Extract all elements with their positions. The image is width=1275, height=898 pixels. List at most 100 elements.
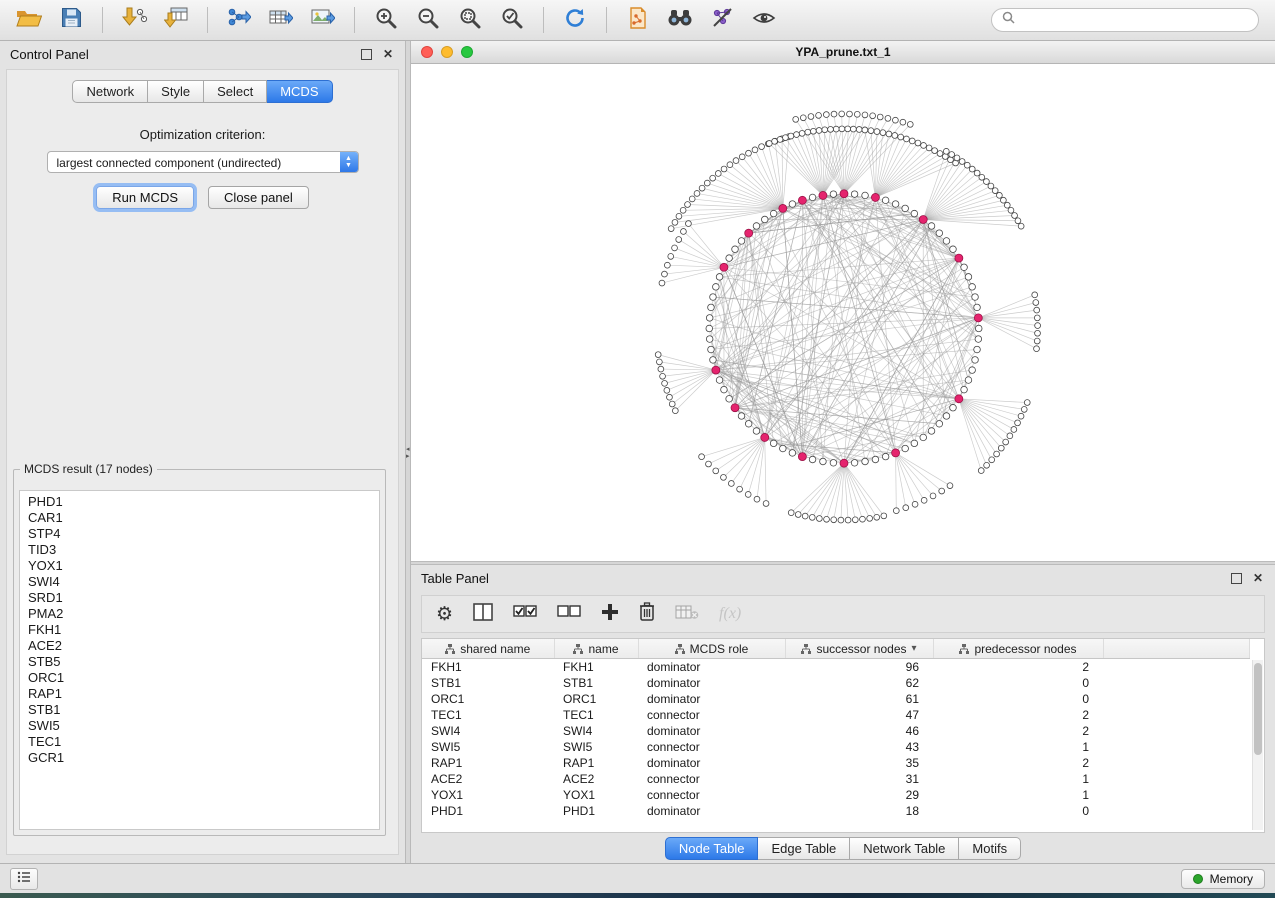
- cell-filler[interactable]: [1103, 691, 1250, 707]
- cell-successor-nodes[interactable]: 43: [785, 739, 933, 755]
- tab-style[interactable]: Style: [148, 80, 204, 103]
- cell-mcds-role[interactable]: dominator: [638, 803, 785, 819]
- cell-filler[interactable]: [1103, 755, 1250, 771]
- float-table-panel-icon[interactable]: [1229, 571, 1243, 585]
- cell-name[interactable]: TEC1: [554, 707, 638, 723]
- mcds-result-item[interactable]: PHD1: [20, 494, 379, 510]
- save-session-button[interactable]: [52, 4, 90, 36]
- cell-shared-name[interactable]: ACE2: [422, 771, 554, 787]
- zoom-out-button[interactable]: [409, 4, 447, 36]
- cell-name[interactable]: ORC1: [554, 691, 638, 707]
- cell-predecessor-nodes[interactable]: 1: [933, 771, 1103, 787]
- mcds-result-item[interactable]: TEC1: [20, 734, 379, 750]
- tab-node-table[interactable]: Node Table: [665, 837, 759, 860]
- tab-select[interactable]: Select: [204, 80, 267, 103]
- cell-name[interactable]: YOX1: [554, 787, 638, 803]
- clone-network-button[interactable]: [619, 4, 657, 36]
- scrollbar-thumb[interactable]: [1254, 663, 1262, 755]
- column-header-shared-name[interactable]: shared name: [422, 639, 554, 659]
- table-row[interactable]: PHD1PHD1dominator180: [422, 803, 1250, 819]
- mcds-result-item[interactable]: SWI5: [20, 718, 379, 734]
- delete-column-button[interactable]: [639, 602, 655, 626]
- close-panel-icon[interactable]: ✕: [381, 47, 395, 61]
- mcds-result-item[interactable]: ACE2: [20, 638, 379, 654]
- cell-successor-nodes[interactable]: 46: [785, 723, 933, 739]
- maximize-window-icon[interactable]: [461, 46, 473, 58]
- table-row[interactable]: ORC1ORC1dominator610: [422, 691, 1250, 707]
- cell-filler[interactable]: [1103, 659, 1250, 676]
- table-row[interactable]: SWI4SWI4dominator462: [422, 723, 1250, 739]
- tab-motifs[interactable]: Motifs: [959, 837, 1021, 860]
- cell-mcds-role[interactable]: connector: [638, 771, 785, 787]
- cell-mcds-role[interactable]: dominator: [638, 675, 785, 691]
- first-neighbors-button[interactable]: [661, 4, 699, 36]
- cell-name[interactable]: RAP1: [554, 755, 638, 771]
- column-header-predecessor-nodes[interactable]: predecessor nodes: [933, 639, 1103, 659]
- search-input[interactable]: [1021, 12, 1248, 28]
- cell-mcds-role[interactable]: dominator: [638, 659, 785, 676]
- cell-filler[interactable]: [1103, 739, 1250, 755]
- column-header-name[interactable]: name: [554, 639, 638, 659]
- cell-successor-nodes[interactable]: 47: [785, 707, 933, 723]
- tab-mcds[interactable]: MCDS: [267, 80, 332, 103]
- cell-mcds-role[interactable]: dominator: [638, 691, 785, 707]
- cell-successor-nodes[interactable]: 62: [785, 675, 933, 691]
- cell-successor-nodes[interactable]: 35: [785, 755, 933, 771]
- mcds-result-item[interactable]: STB5: [20, 654, 379, 670]
- cell-mcds-role[interactable]: connector: [638, 787, 785, 803]
- zoom-selected-button[interactable]: [493, 4, 531, 36]
- deselect-all-button[interactable]: [557, 604, 581, 625]
- table-settings-button[interactable]: ⚙: [436, 603, 453, 625]
- cell-predecessor-nodes[interactable]: 0: [933, 803, 1103, 819]
- run-mcds-button[interactable]: Run MCDS: [96, 186, 194, 209]
- cell-shared-name[interactable]: YOX1: [422, 787, 554, 803]
- zoom-in-button[interactable]: [367, 4, 405, 36]
- cell-filler[interactable]: [1103, 723, 1250, 739]
- select-columns-button[interactable]: [473, 603, 493, 626]
- cell-predecessor-nodes[interactable]: 2: [933, 659, 1103, 676]
- cell-successor-nodes[interactable]: 31: [785, 771, 933, 787]
- import-network-button[interactable]: [115, 4, 153, 36]
- tab-network[interactable]: Network: [72, 80, 148, 103]
- mcds-result-item[interactable]: YOX1: [20, 558, 379, 574]
- mcds-result-list[interactable]: PHD1CAR1STP4TID3YOX1SWI4SRD1PMA2FKH1ACE2…: [19, 490, 380, 830]
- cell-shared-name[interactable]: ORC1: [422, 691, 554, 707]
- mcds-result-item[interactable]: STP4: [20, 526, 379, 542]
- vertical-splitter[interactable]: ◂▸: [405, 41, 411, 863]
- cell-filler[interactable]: [1103, 771, 1250, 787]
- search-box[interactable]: [991, 8, 1259, 32]
- show-all-button[interactable]: [745, 4, 783, 36]
- table-row[interactable]: RAP1RAP1dominator352: [422, 755, 1250, 771]
- cell-predecessor-nodes[interactable]: 0: [933, 691, 1103, 707]
- float-panel-icon[interactable]: [359, 47, 373, 61]
- export-image-button[interactable]: [304, 4, 342, 36]
- open-session-button[interactable]: [10, 4, 48, 36]
- table-row[interactable]: FKH1FKH1dominator962: [422, 659, 1250, 676]
- close-window-icon[interactable]: [421, 46, 433, 58]
- mcds-result-item[interactable]: FKH1: [20, 622, 379, 638]
- mcds-result-item[interactable]: PMA2: [20, 606, 379, 622]
- mcds-result-item[interactable]: SRD1: [20, 590, 379, 606]
- mcds-result-item[interactable]: CAR1: [20, 510, 379, 526]
- refresh-view-button[interactable]: [556, 4, 594, 36]
- column-header-mcds-role[interactable]: MCDS role: [638, 639, 785, 659]
- column-header-successor-nodes[interactable]: successor nodes ▾: [785, 639, 933, 659]
- cell-name[interactable]: STB1: [554, 675, 638, 691]
- table-row[interactable]: ACE2ACE2connector311: [422, 771, 1250, 787]
- cell-name[interactable]: ACE2: [554, 771, 638, 787]
- memory-button[interactable]: Memory: [1181, 869, 1265, 889]
- splitter-grip-icon[interactable]: ◂▸: [406, 446, 410, 460]
- create-column-button[interactable]: [601, 603, 619, 626]
- table-row[interactable]: TEC1TEC1connector472: [422, 707, 1250, 723]
- export-network-button[interactable]: [220, 4, 258, 36]
- cell-filler[interactable]: [1103, 675, 1250, 691]
- cell-mcds-role[interactable]: dominator: [638, 723, 785, 739]
- mcds-result-item[interactable]: ORC1: [20, 670, 379, 686]
- cell-predecessor-nodes[interactable]: 1: [933, 739, 1103, 755]
- cell-filler[interactable]: [1103, 787, 1250, 803]
- hide-selected-button[interactable]: [703, 4, 741, 36]
- show-panels-button[interactable]: [10, 868, 38, 890]
- cell-shared-name[interactable]: PHD1: [422, 803, 554, 819]
- cell-successor-nodes[interactable]: 61: [785, 691, 933, 707]
- mcds-result-item[interactable]: RAP1: [20, 686, 379, 702]
